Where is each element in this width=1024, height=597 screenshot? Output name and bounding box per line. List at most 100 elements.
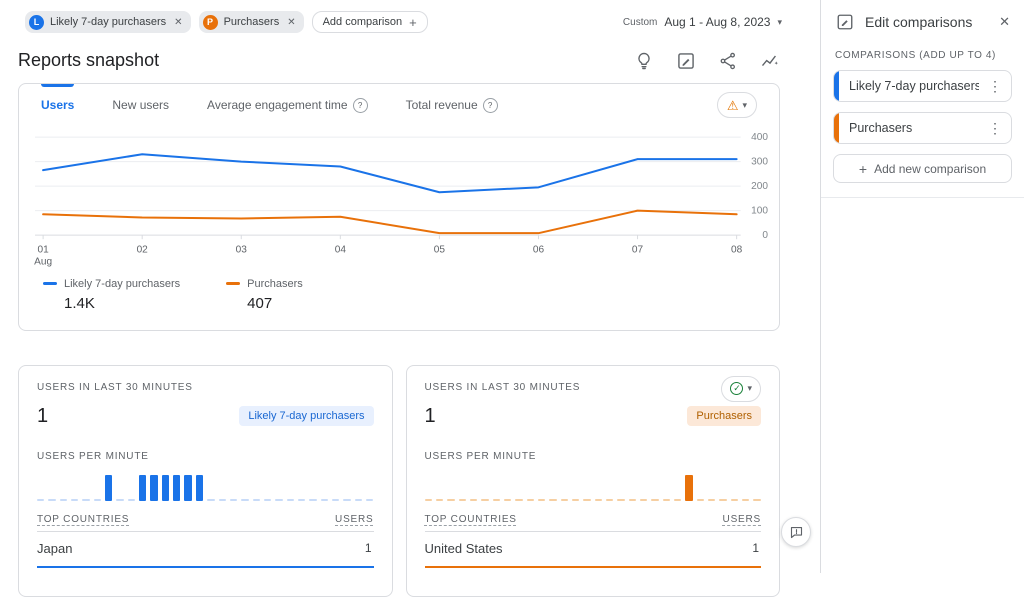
minute-bar-empty <box>60 499 67 501</box>
comparison-chip-purchasers[interactable]: P Purchasers ✕ <box>199 11 304 33</box>
comparison-item-purchasers[interactable]: Purchasers ⋮ <box>833 112 1012 144</box>
comparison-item-label: Likely 7-day purchasers <box>839 79 979 93</box>
users-per-minute-bars <box>37 473 374 501</box>
tab-label: New users <box>112 98 169 112</box>
share-icon[interactable] <box>718 51 738 71</box>
svg-text:100: 100 <box>751 206 768 217</box>
kebab-menu-icon[interactable]: ⋮ <box>979 120 1011 137</box>
legend-total: 1.4K <box>64 295 180 312</box>
minute-bar-empty <box>459 499 466 501</box>
minute-bar-empty <box>332 499 339 501</box>
minute-bar-empty <box>207 499 214 501</box>
tab-label: Total revenue <box>406 98 478 112</box>
minute-bar-empty <box>617 499 624 501</box>
comparison-toolbar: L Likely 7-day purchasers ✕ P Purchasers… <box>0 0 820 42</box>
minute-bar-active <box>150 475 157 501</box>
minute-bar-active <box>196 475 203 501</box>
svg-text:400: 400 <box>751 132 768 143</box>
minute-bar-empty <box>504 499 511 501</box>
feedback-chat-icon <box>789 525 804 540</box>
users-per-minute-label: USERS PER MINUTE <box>37 451 149 462</box>
top-countries-header: TOP COUNTRIES <box>425 514 517 525</box>
comparison-chips: L Likely 7-day purchasers ✕ P Purchasers… <box>25 11 428 33</box>
minute-bar-empty <box>37 499 44 501</box>
svg-text:200: 200 <box>751 181 768 192</box>
comparison-item-label: Purchasers <box>839 121 979 135</box>
minute-bar-empty <box>742 499 749 501</box>
plus-icon: + <box>409 15 417 30</box>
minute-bar-empty <box>515 499 522 501</box>
data-quality-warning-dropdown[interactable]: ⚠ ▾ <box>717 92 757 118</box>
svg-text:Aug: Aug <box>34 256 52 267</box>
minute-bar-empty <box>241 499 248 501</box>
minute-bar-empty <box>219 499 226 501</box>
minute-bar-empty <box>343 499 350 501</box>
customize-report-icon[interactable] <box>676 51 696 71</box>
tab-users[interactable]: Users <box>41 84 74 126</box>
minute-bar-empty <box>538 499 545 501</box>
data-quality-ok-dropdown[interactable]: ✓ ▾ <box>721 376 761 402</box>
add-comparison-button[interactable]: Add comparison + <box>312 11 428 33</box>
help-icon[interactable]: ? <box>353 98 368 113</box>
tab-new-users[interactable]: New users <box>112 84 169 126</box>
minute-bar-empty <box>583 499 590 501</box>
comparison-tag: Likely 7-day purchasers <box>239 406 373 426</box>
remove-comparison-icon[interactable]: ✕ <box>287 17 295 28</box>
tab-average-engagement-time[interactable]: Average engagement time ? <box>207 84 368 126</box>
minute-bar-empty <box>572 499 579 501</box>
comparison-initial-badge: L <box>29 15 44 30</box>
minute-bar-active <box>184 475 191 501</box>
comparison-initial-badge: P <box>203 15 218 30</box>
country-users: 1 <box>365 541 372 555</box>
page-header: Reports snapshot <box>0 42 820 81</box>
users-header: USERS <box>723 514 761 525</box>
minute-bar-empty <box>116 499 123 501</box>
svg-text:06: 06 <box>533 244 545 255</box>
realtime-metric-label: USERS IN LAST 30 MINUTES <box>425 382 581 393</box>
svg-text:04: 04 <box>335 244 347 255</box>
minute-bar-empty <box>629 499 636 501</box>
minute-bar-empty <box>708 499 715 501</box>
legend-item-likely-7-day: Likely 7-day purchasers 1.4K <box>43 278 180 312</box>
date-range-selector[interactable]: Custom Aug 1 - Aug 8, 2023 ▾ <box>623 15 782 29</box>
tab-total-revenue[interactable]: Total revenue ? <box>406 84 498 126</box>
minute-bar-empty <box>595 499 602 501</box>
minute-bar-empty <box>48 499 55 501</box>
country-name: United States <box>425 541 503 556</box>
minute-bar-active <box>139 475 146 501</box>
page-title: Reports snapshot <box>18 50 159 71</box>
comparison-item-likely-7-day[interactable]: Likely 7-day purchasers ⋮ <box>833 70 1012 102</box>
minute-bar-empty <box>663 499 670 501</box>
legend-swatch <box>226 282 240 285</box>
minute-bar-empty <box>651 499 658 501</box>
add-new-comparison-button[interactable]: + Add new comparison <box>833 154 1012 183</box>
feedback-button[interactable] <box>781 517 811 547</box>
minute-bar-empty <box>719 499 726 501</box>
chevron-down-icon: ▾ <box>742 100 747 111</box>
close-icon[interactable]: ✕ <box>999 14 1010 30</box>
page-actions <box>634 51 780 71</box>
chart-legend: Likely 7-day purchasers 1.4K Purchasers … <box>19 272 779 330</box>
insights-lightbulb-icon[interactable] <box>634 51 654 71</box>
date-range-type: Custom <box>623 17 657 28</box>
remove-comparison-icon[interactable]: ✕ <box>174 17 182 28</box>
minute-bar-empty <box>309 499 316 501</box>
tab-label: Users <box>41 98 74 112</box>
help-icon[interactable]: ? <box>483 98 498 113</box>
minute-bar-empty <box>321 499 328 501</box>
minute-bar-empty <box>253 499 260 501</box>
realtime-metric-value: 1 <box>37 405 48 428</box>
minute-bar-empty <box>697 499 704 501</box>
kebab-menu-icon[interactable]: ⋮ <box>979 78 1011 95</box>
users-chart-area: 010020030040001Aug02030405060708 <box>19 126 779 272</box>
report-content: Users New users Average engagement time … <box>0 81 820 597</box>
tab-label: Average engagement time <box>207 98 348 112</box>
legend-item-purchasers: Purchasers 407 <box>226 278 303 312</box>
panel-header: Edit comparisons ✕ <box>821 0 1024 42</box>
insights-sparkline-icon[interactable] <box>760 51 780 71</box>
minute-bar-empty <box>230 499 237 501</box>
minute-bar-empty <box>731 499 738 501</box>
chevron-down-icon: ▾ <box>777 17 782 28</box>
comparison-chip-likely-7-day[interactable]: L Likely 7-day purchasers ✕ <box>25 11 191 33</box>
users-header: USERS <box>335 514 373 525</box>
